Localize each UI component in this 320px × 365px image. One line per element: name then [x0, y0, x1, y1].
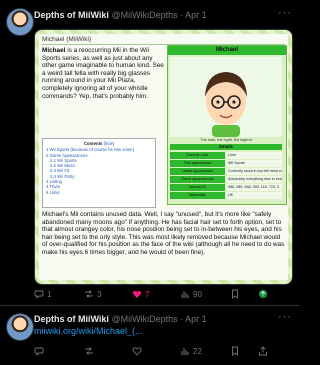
contents-title: Contents [hide]	[83, 141, 115, 146]
separator-dot: ·	[180, 314, 184, 324]
author-name[interactable]: Depths of MiiWiki	[34, 314, 109, 324]
like-button[interactable]: 7	[132, 289, 149, 299]
retweet-button[interactable]: 3	[84, 289, 101, 299]
infobox-row: Game appearances Absolutely everything el…	[170, 176, 282, 183]
post-header: Depths of MiiWiki @MiiWikiDepths · Apr 1	[34, 314, 207, 324]
article-title: Michael (MiiWiki)	[42, 36, 92, 43]
retweet-button[interactable]	[84, 346, 94, 356]
infobox-row: Internal ID 086, 089, 068, 099, 118, 723,…	[170, 184, 282, 191]
post-actions: 1 3 7 90	[34, 289, 296, 301]
avatar[interactable]	[6, 313, 34, 341]
timestamp[interactable]: Apr 1	[185, 314, 207, 324]
views-button[interactable]: 90	[180, 289, 202, 299]
infobox-details-header: Details	[170, 144, 282, 150]
bookmark-icon	[232, 289, 238, 299]
attached-image[interactable]: Michael (MiiWiki) Michael is a reoccurri…	[34, 29, 293, 285]
retweet-icon	[85, 290, 93, 298]
heart-outline-icon	[132, 347, 142, 356]
author-name[interactable]: Depths of MiiWiki	[34, 10, 109, 20]
article-body-text: Michael's Mii contains unused data. Well…	[42, 211, 285, 256]
post-header: Depths of MiiWiki @MiiWikiDepths · Apr 1	[34, 10, 207, 20]
bookmark-button[interactable]	[230, 289, 240, 299]
more-options-icon[interactable]: ···	[278, 311, 292, 323]
mii-face-icon	[205, 72, 247, 137]
author-handle[interactable]: @MiiWikiDepths	[111, 314, 177, 324]
reply-icon	[34, 290, 44, 299]
views-count: 22	[193, 346, 202, 356]
views-icon	[181, 348, 189, 355]
mii-portrait	[170, 57, 282, 137]
share-icon	[258, 289, 268, 299]
table-of-contents: Contents [hide] 1 Wii Sports (because of…	[42, 138, 156, 208]
wiki-link[interactable]: miiwiki.org/wiki/Michael_(...	[34, 326, 143, 336]
infobox-row: Nationality UK	[170, 192, 282, 199]
timestamp[interactable]: Apr 1	[185, 10, 207, 20]
post-divider	[0, 305, 300, 306]
bookmark-icon	[232, 346, 238, 356]
intro-bold-name: Michael	[42, 47, 66, 54]
intro-text: is a reoccurring Mii in the Wii Sports s…	[42, 47, 164, 100]
heart-icon	[133, 290, 141, 298]
infobox-row: Favorite color Lime	[170, 152, 282, 159]
share-button[interactable]	[258, 289, 268, 299]
like-button[interactable]	[132, 346, 142, 356]
like-count: 7	[145, 289, 150, 299]
retweet-icon	[85, 347, 93, 355]
author-handle[interactable]: @MiiWikiDepths	[111, 10, 177, 20]
reply-icon	[34, 347, 44, 356]
avatar[interactable]	[6, 8, 34, 36]
infobox-header: Michael	[168, 46, 286, 55]
post-actions: 22	[34, 346, 296, 358]
wiki-article-screenshot: Michael (MiiWiki) Michael is a reoccurri…	[39, 34, 288, 280]
views-icon	[181, 291, 189, 298]
article-intro: Michael is a reoccurring Mii in the Wii …	[42, 47, 164, 100]
infobox-caption: The man, the myth, the legend	[200, 138, 252, 142]
reply-button[interactable]: 1	[34, 289, 51, 299]
contents-item: 5 Links	[46, 189, 60, 195]
infobox-row: Latest appearance Currently stuck in top …	[170, 168, 282, 175]
reply-count: 1	[47, 289, 52, 299]
views-button[interactable]: 22	[180, 346, 202, 356]
separator-dot: ·	[180, 10, 184, 20]
reply-button[interactable]	[34, 346, 44, 356]
share-icon	[259, 346, 267, 356]
infobox-row: First appearance Wii Sports	[170, 160, 282, 167]
bookmark-button[interactable]	[230, 346, 240, 356]
share-button[interactable]	[258, 346, 268, 356]
more-options-icon[interactable]: ···	[278, 7, 292, 19]
views-count: 90	[193, 289, 202, 299]
infobox: Michael The man, the myth, the legend De…	[167, 45, 287, 205]
retweet-count: 3	[97, 289, 102, 299]
